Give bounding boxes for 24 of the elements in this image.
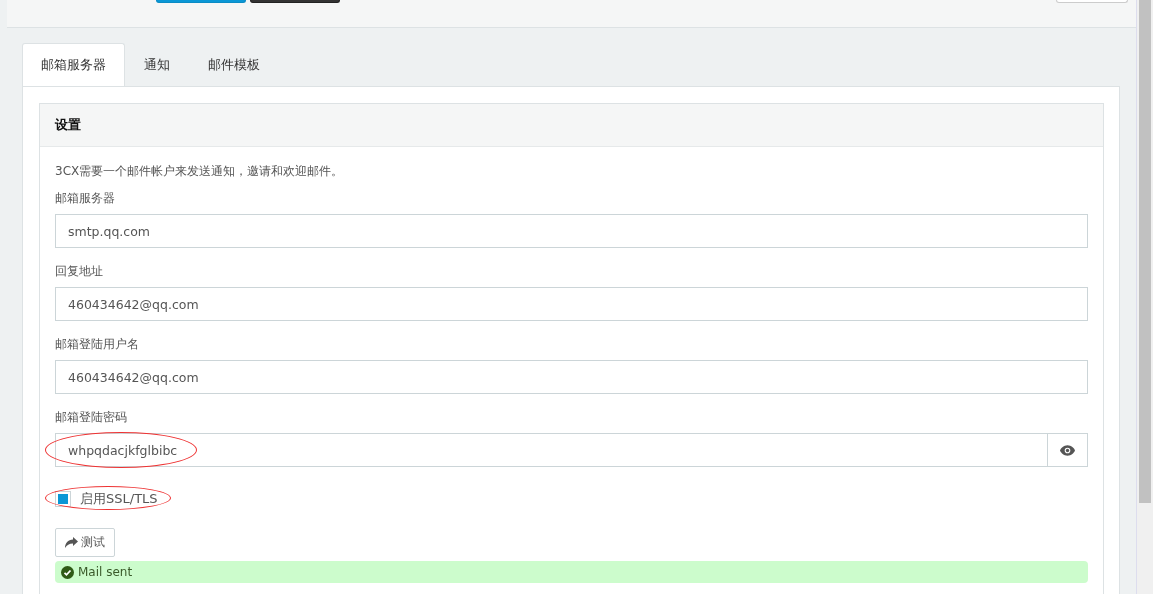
share-arrow-icon bbox=[65, 537, 78, 548]
test-button[interactable]: 测试 bbox=[55, 528, 115, 557]
show-password-button[interactable] bbox=[1048, 433, 1088, 467]
tab[interactable]: 通知 bbox=[125, 43, 189, 86]
field-label: 回复地址 bbox=[55, 263, 104, 280]
field-label: 邮箱登陆密码 bbox=[55, 409, 128, 426]
input-field[interactable]: whpqdacjkfglbibc bbox=[55, 433, 1048, 467]
intro-text: 3CX需要一个邮件帐户来发送通知，邀请和欢迎邮件。 bbox=[55, 163, 345, 180]
input-field[interactable]: 460434642@qq.com bbox=[55, 287, 1088, 321]
eye-icon bbox=[1060, 444, 1075, 456]
check-circle-icon bbox=[61, 565, 74, 579]
tab[interactable]: 邮件模板 bbox=[189, 43, 279, 86]
top-button[interactable] bbox=[250, 0, 340, 3]
tab[interactable]: 邮箱服务器 bbox=[22, 43, 125, 86]
field-label: 邮箱服务器 bbox=[55, 190, 116, 207]
scrollbar[interactable] bbox=[1136, 0, 1153, 594]
alert-text: Mail sent bbox=[78, 565, 133, 579]
field-label: 邮箱登陆用户名 bbox=[55, 336, 140, 353]
input-field[interactable]: 460434642@qq.com bbox=[55, 360, 1088, 394]
top-button[interactable] bbox=[156, 0, 246, 3]
checkbox-label: 启用SSL/TLS bbox=[80, 490, 158, 508]
input-field[interactable]: smtp.qq.com bbox=[55, 214, 1088, 248]
checkbox[interactable] bbox=[55, 491, 71, 507]
card-title: 设置 bbox=[40, 104, 1103, 147]
